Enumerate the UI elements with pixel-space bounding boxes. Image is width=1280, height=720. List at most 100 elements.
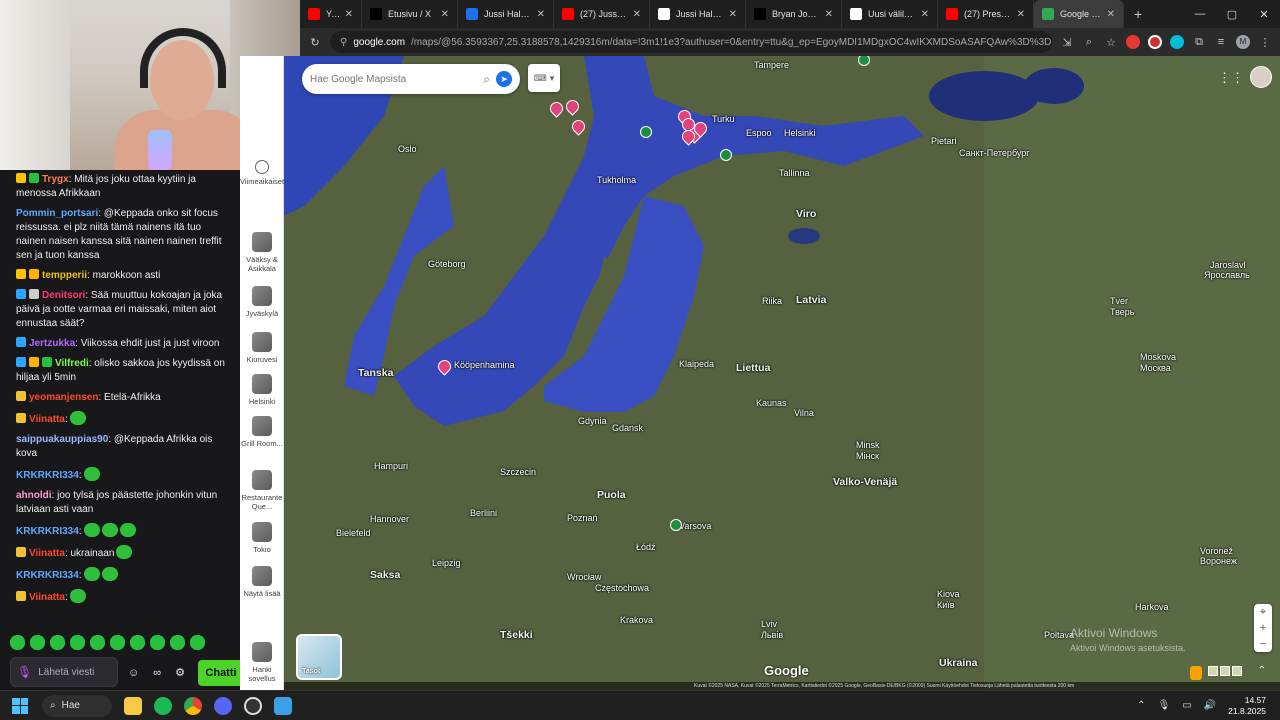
flag-pin-icon[interactable] [720,149,732,161]
sidebar-saved-place[interactable]: Jyväskylä [240,286,284,318]
map-city-label[interactable]: Мінск [856,451,879,461]
chrome-icon[interactable] [184,696,202,715]
chat-emote-icon[interactable] [116,545,133,559]
chat-emote-icon[interactable] [83,523,100,537]
chat-badge-icon[interactable] [16,591,26,601]
chat-emote-icon[interactable] [101,523,118,537]
emote-icon[interactable] [30,635,45,650]
browser-menu-icon[interactable]: ⋮ [1258,36,1272,49]
obs-icon[interactable] [244,696,262,715]
media-controls-icon[interactable]: ≡ [1214,36,1228,48]
bookmark-star-icon[interactable]: ☆ [1104,36,1118,49]
map-city-label[interactable]: Szczecin [500,467,536,477]
map-city-label[interactable]: Bielefeld [336,528,371,538]
chat-badge-icon[interactable] [29,357,39,367]
emote-icon[interactable] [130,635,145,650]
network-icon[interactable]: ▭ [1182,700,1191,711]
chat-username[interactable]: Pommin_portsari [16,208,98,219]
map-city-label[interactable]: Jaroslavl [1210,260,1246,270]
satellite-map[interactable]: Tampere Turku Espoo Helsinki Pietari Санкт-Пе… [284,56,1280,690]
map-city-label[interactable]: Göteborg [428,259,466,269]
map-type-thumbnails[interactable] [1208,666,1242,676]
mic-icon[interactable]: 🎙 [17,666,32,678]
street-view-pegman-icon[interactable] [1190,666,1202,680]
chat-emote-icon[interactable] [83,567,100,581]
chat-username[interactable]: Viinatta [29,414,65,425]
map-city-label[interactable]: Львів [761,630,783,640]
map-country-label[interactable]: Saksa [370,569,400,581]
volume-icon[interactable]: 🔊 [1204,700,1216,711]
spotify-icon[interactable] [154,696,172,715]
sidebar-saved-place[interactable]: Viimeaikaiset [240,160,284,186]
map-city-label[interactable]: Kiova [937,589,960,599]
site-info-icon[interactable]: ⚲ [340,37,347,48]
notepad-icon[interactable] [274,696,292,715]
emote-icon[interactable] [170,635,185,650]
chat-badge-icon[interactable] [29,269,39,279]
windows-start-icon[interactable] [12,697,28,714]
map-city-label[interactable]: Gdansk [612,423,643,433]
browser-tab[interactable]: Etusivu / X ✕ [362,0,458,28]
chat-badge-icon[interactable] [29,173,39,183]
chat-username[interactable]: KRKRKRI334 [16,570,79,581]
taskbar-clock[interactable]: 14.57 21.8.2025 [1228,695,1266,717]
map-city-label[interactable]: Krakova [620,615,653,625]
browser-tab[interactable]: (27) Pressiklub ✕ [938,0,1034,28]
map-city-label[interactable]: Riika [762,296,782,306]
map-city-label[interactable]: Lviv [761,619,777,629]
sidebar-saved-place[interactable]: Restaurante Que... [240,470,284,511]
chat-username[interactable]: KRKRKRI334 [16,526,79,537]
map-city-label[interactable]: Kaunas [756,398,787,408]
emote-icon[interactable] [190,635,205,650]
sidebar-saved-place[interactable]: Näytä lisää [240,566,284,598]
extension-lastpass-icon[interactable] [1148,35,1162,49]
bits-icon[interactable]: ∞ [153,666,161,680]
map-city-label[interactable]: Москва [1140,363,1171,373]
chat-badge-icon[interactable] [16,337,26,347]
sidebar-saved-place[interactable]: Tokio [240,522,284,554]
map-city-label[interactable]: Leipzig [432,558,461,568]
minimize-button[interactable]: — [1184,8,1216,21]
settings-gear-icon[interactable]: ⚙ [175,666,185,680]
map-city-label[interactable]: Berliini [470,508,497,518]
map-city-label[interactable]: Wrocław [567,572,601,582]
map-city-label[interactable]: Harkova [1135,602,1169,612]
map-country-label[interactable]: Ukraina [939,657,978,669]
close-tab-icon[interactable]: ✕ [1017,9,1025,20]
profile-avatar[interactable]: M [1236,35,1250,49]
chat-badge-icon[interactable] [42,357,52,367]
browser-tab[interactable]: YouTube ✕ [300,0,362,28]
tray-chevron-icon[interactable]: ⌃ [1137,700,1145,711]
map-city-label[interactable]: Częstochowa [595,583,649,593]
chat-username[interactable]: Viinatta [29,548,65,559]
close-tab-icon[interactable]: ✕ [537,9,545,20]
close-tab-icon[interactable]: ✕ [345,9,353,20]
microphone-tray-icon[interactable]: 🎙 [1158,700,1171,711]
chat-username[interactable]: Vilfredi [55,358,89,369]
map-city-label[interactable]: Poznań [567,513,598,523]
sidebar-saved-place[interactable]: Vääksy & Asikkala [240,232,284,273]
browser-tab[interactable]: (27) Jussi Hall ✕ [554,0,650,28]
input-tools-button[interactable]: ⌨ ▾ [528,64,560,92]
url-field[interactable]: ⚲ google.com/maps/@56.3593367,25.3188578… [330,31,1052,53]
flag-pin-icon[interactable] [670,519,682,531]
map-city-label[interactable]: Turku [712,114,735,124]
map-search-box[interactable]: ⌕ ➤ [302,64,520,94]
map-city-label[interactable]: Łódź [636,542,656,552]
map-city-label[interactable]: Воронеж [1200,556,1237,566]
layers-button[interactable]: Tasot [296,634,342,680]
map-country-label[interactable]: Viro [796,208,816,220]
my-location-icon[interactable]: ⌖ [1254,604,1272,620]
map-city-label[interactable]: Helsinki [784,128,816,138]
chat-username[interactable]: KRKRKRI334 [16,470,79,481]
map-country-label[interactable]: Valko-Venäjä [833,476,897,488]
install-app-icon[interactable]: ⇲ [1060,36,1074,49]
account-avatar[interactable] [1250,66,1272,88]
flag-pin-icon[interactable] [640,126,652,138]
chat-emote-icon[interactable] [101,567,118,581]
emote-icon[interactable] [10,635,25,650]
map-city-label[interactable]: Klaipeda [679,359,714,369]
emote-icon[interactable] [70,635,85,650]
map-city-label[interactable]: Espoo [746,128,772,138]
browser-tab[interactable]: Jussi Halla-aho ✕ [458,0,554,28]
